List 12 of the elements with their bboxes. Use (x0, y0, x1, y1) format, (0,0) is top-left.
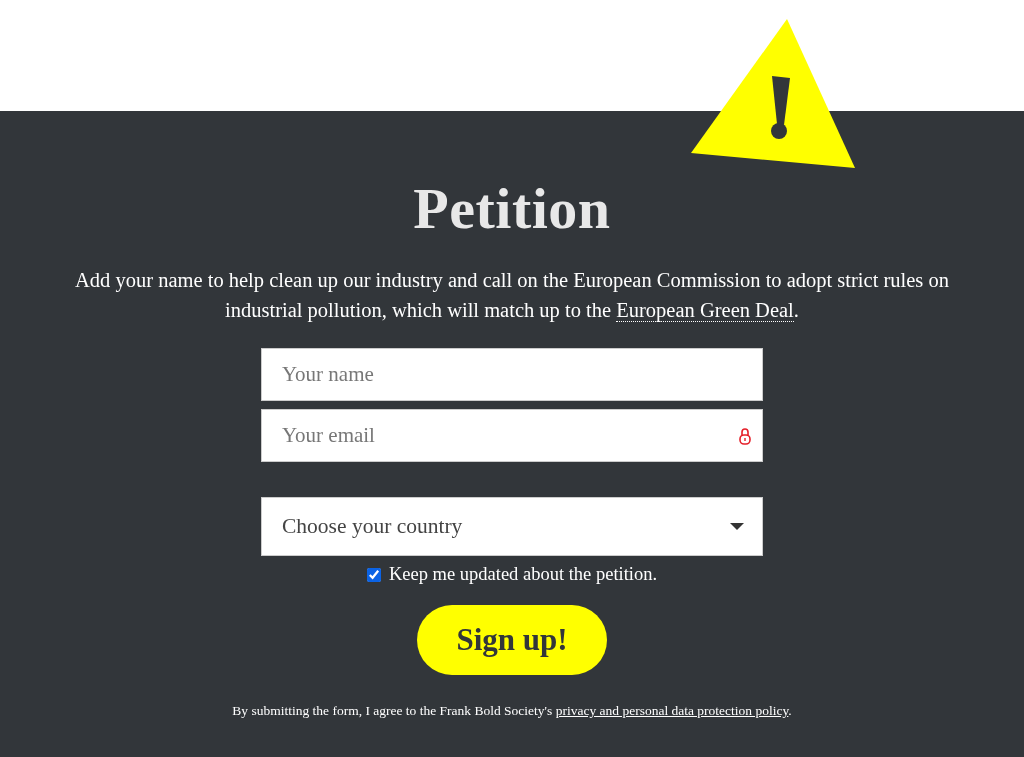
legal-notice: By submitting the form, I agree to the Frank Bold Society's privacy and personal data protection policy. (232, 703, 792, 719)
name-field[interactable]: Your name (261, 348, 763, 401)
country-select[interactable]: Choose your country (261, 497, 763, 556)
lock-icon (739, 427, 751, 445)
consent-checkbox[interactable] (366, 567, 381, 582)
page-title: Petition (413, 177, 611, 241)
consent-label: Keep me updated about the petition. (388, 564, 658, 585)
intro-link[interactable]: European Green Deal (616, 299, 794, 322)
email-field[interactable]: Your email (261, 409, 763, 462)
intro-text: Add your name to help clean up our industry and call on the European Commission to adopt strict rules on industrial pollution, which will match up to the European Green Deal. (74, 268, 950, 324)
sign-up-button[interactable]: Sign up! (417, 605, 607, 675)
caret-icon (730, 523, 744, 530)
